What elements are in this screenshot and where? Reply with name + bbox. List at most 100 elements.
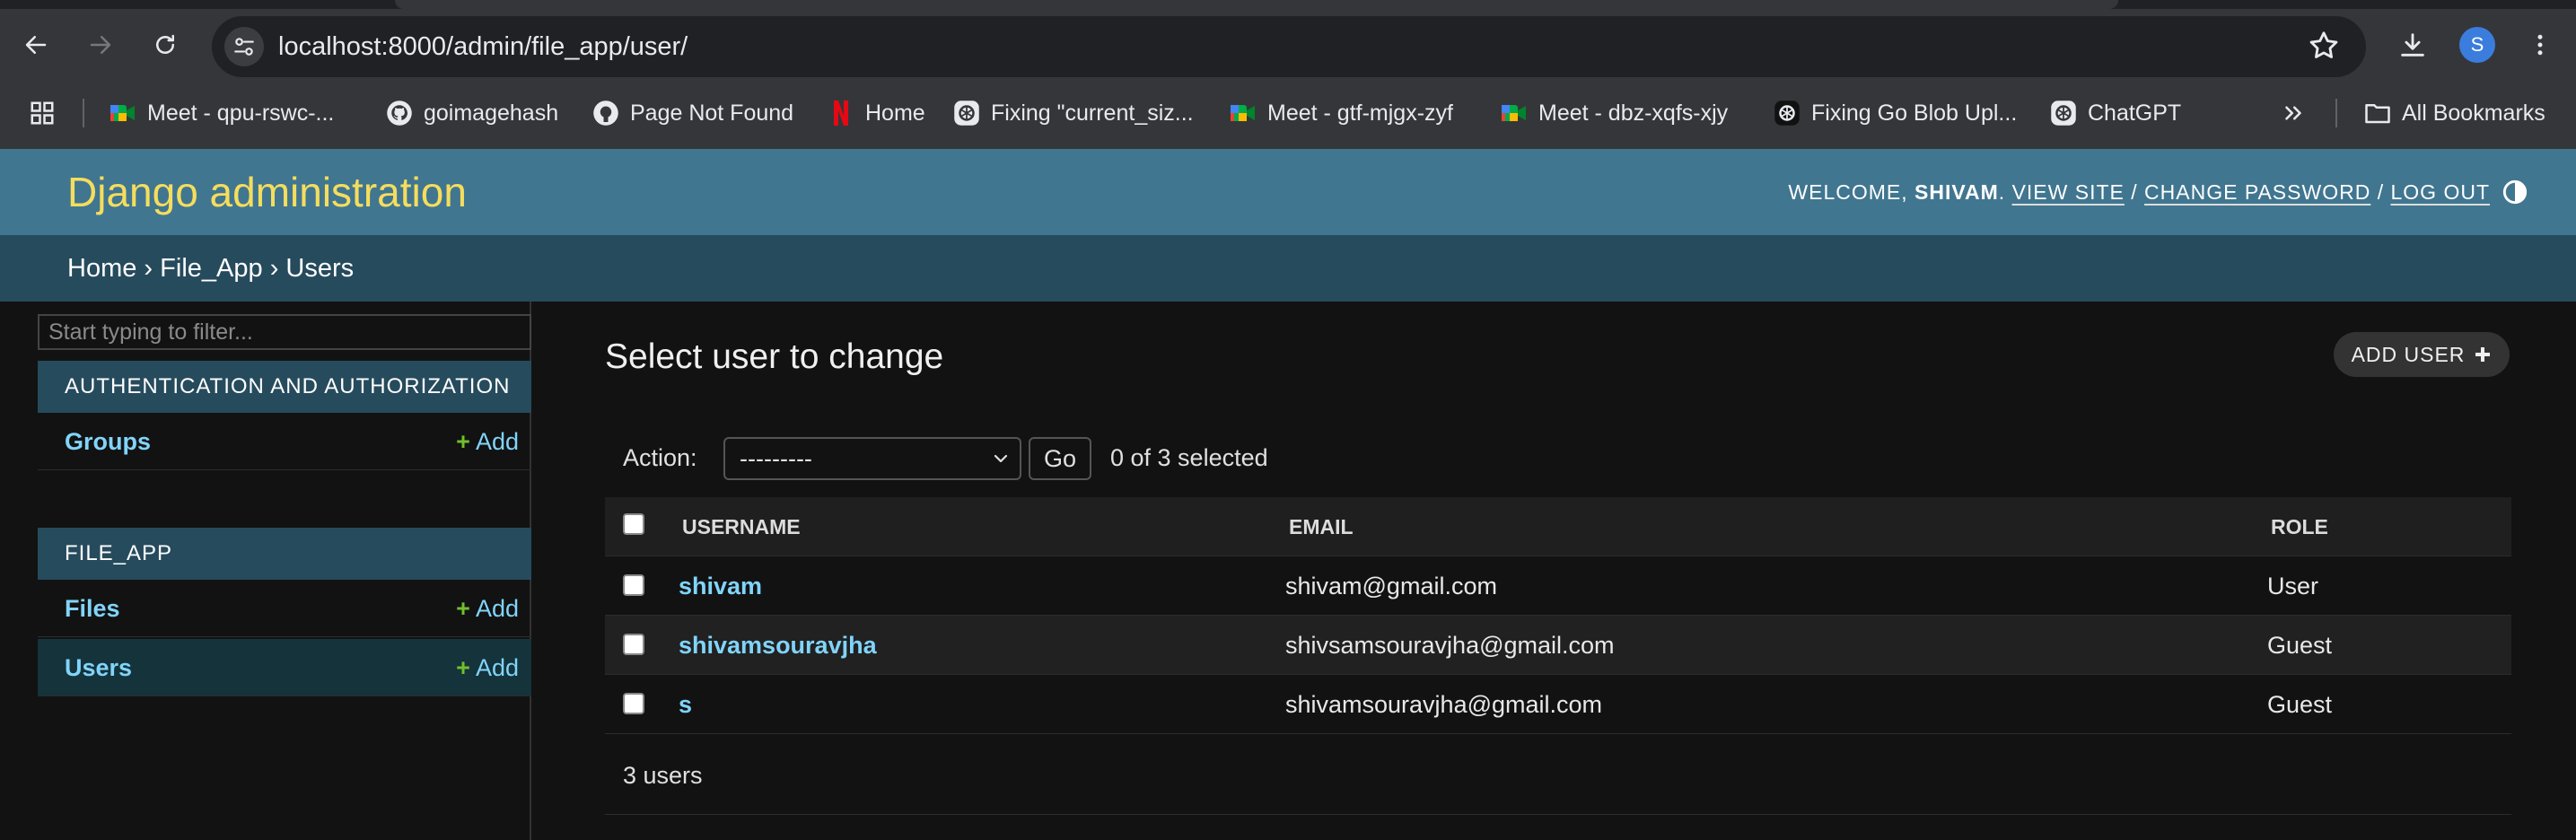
go-button[interactable]: Go	[1029, 437, 1091, 480]
role-cell: Guest	[2267, 632, 2333, 659]
email-cell: shivsamsouravjha@gmail.com	[1285, 632, 1615, 659]
welcome-period: .	[1998, 180, 2006, 204]
username: SHIVAM	[1914, 180, 1999, 204]
openai-icon	[953, 100, 980, 127]
chevron-down-icon	[991, 439, 1011, 490]
user-tools: WELCOME, SHIVAM. VIEW SITE / CHANGE PASS…	[1788, 149, 2490, 235]
theme-toggle-button[interactable]	[2502, 179, 2528, 205]
add-user-label: ADD USER	[2351, 342, 2466, 366]
module-caption-file-app[interactable]: FILE_APP	[38, 528, 531, 580]
actions-bar: Action: --------- Go 0 of 3 selected	[605, 422, 2511, 494]
plus-icon: +	[456, 654, 470, 681]
add-label: Add	[475, 595, 519, 622]
row-checkbox[interactable]	[623, 693, 644, 714]
bookmark-item[interactable]: Fixing Go Blob Upl...	[1774, 90, 2017, 136]
site-branding[interactable]: Django administration	[67, 149, 467, 235]
module-caption-auth[interactable]: AUTHENTICATION AND AUTHORIZATION	[38, 361, 531, 413]
back-button[interactable]	[14, 23, 57, 66]
username-link[interactable]: shivamsouravjha	[679, 616, 877, 675]
bookmark-item[interactable]: Home	[828, 90, 925, 136]
reload-button[interactable]	[144, 23, 187, 66]
model-link[interactable]: Groups	[65, 413, 151, 470]
plus-icon: +	[456, 595, 470, 622]
action-select[interactable]: ---------	[723, 437, 1021, 480]
change-password-link[interactable]: CHANGE PASSWORD	[2144, 180, 2370, 204]
site-settings-icon[interactable]	[224, 27, 264, 66]
role-cell: Guest	[2267, 691, 2333, 718]
role-cell: User	[2267, 573, 2319, 599]
more-bookmarks-button[interactable]	[2280, 90, 2307, 136]
google-meet-icon	[1501, 100, 1528, 127]
bookmark-item[interactable]: Page Not Found	[592, 90, 793, 136]
result-count: 3 users	[623, 762, 703, 789]
google-meet-icon	[1230, 100, 1257, 127]
bookmark-item[interactable]: Meet - dbz-xqfs-xjy	[1501, 90, 1728, 136]
username-link[interactable]: s	[679, 675, 692, 734]
bookmark-label: Fixing Go Blob Upl...	[1811, 100, 2018, 126]
openai-icon	[1774, 100, 1801, 127]
avatar: S	[2459, 27, 2495, 63]
netflix-icon	[828, 100, 854, 127]
breadcrumb-app[interactable]: File_App	[160, 254, 262, 283]
add-link[interactable]: + Add	[456, 413, 519, 470]
all-bookmarks-button[interactable]: All Bookmarks	[2364, 90, 2545, 136]
view-site-link[interactable]: VIEW SITE	[2012, 180, 2125, 204]
log-out-link[interactable]: LOG OUT	[2390, 180, 2490, 204]
profile-button[interactable]: S	[2456, 23, 2499, 66]
address-bar[interactable]: localhost:8000/admin/file_app/user/	[212, 16, 2366, 77]
downloads-button[interactable]	[2391, 23, 2434, 66]
separator: /	[2131, 180, 2138, 204]
double-chevron-right-icon	[2285, 106, 2301, 120]
bookmark-label: goimagehash	[424, 100, 559, 126]
table-row: s shivamsouravjha@gmail.com Guest	[605, 675, 2511, 734]
add-user-button[interactable]: ADD USER	[2334, 332, 2510, 377]
kebab-menu-icon	[2537, 34, 2543, 56]
plus-icon: +	[456, 428, 470, 455]
nav-filter-input[interactable]: Start typing to filter...	[38, 314, 531, 350]
paginator: 3 users	[605, 736, 2511, 815]
bookmark-label: Fixing "current_siz...	[991, 100, 1194, 126]
apps-button[interactable]	[29, 90, 56, 136]
arrow-left-icon	[25, 36, 47, 54]
bookmark-label: ChatGPT	[2088, 100, 2182, 126]
add-label: Add	[475, 654, 519, 681]
forward-button[interactable]	[79, 23, 122, 66]
sidebar-item-users[interactable]: Users + Add	[38, 639, 531, 696]
active-tab[interactable]	[395, 0, 2118, 9]
model-link[interactable]: Files	[65, 580, 120, 637]
sidebar-item-groups[interactable]: Groups + Add	[38, 413, 531, 470]
separator: /	[2377, 180, 2385, 204]
sidebar-item-files[interactable]: Files + Add	[38, 580, 531, 637]
url-text[interactable]: localhost:8000/admin/file_app/user/	[278, 16, 688, 77]
browser-menu-button[interactable]	[2519, 23, 2562, 66]
add-link[interactable]: + Add	[456, 639, 519, 696]
bookmark-label: Meet - qpu-rswc-...	[147, 100, 335, 126]
bookmark-item[interactable]: Fixing "current_siz...	[953, 90, 1194, 136]
breadcrumb-separator: ›	[144, 254, 153, 283]
tab-strip	[0, 0, 2576, 9]
breadcrumb-current: Users	[285, 254, 355, 283]
selection-counter: 0 of 3 selected	[1110, 444, 1268, 471]
username-link[interactable]: shivam	[679, 556, 762, 616]
select-all-checkbox[interactable]	[623, 513, 644, 535]
column-header-username[interactable]: USERNAME	[682, 497, 801, 556]
bookmark-item[interactable]: goimagehash	[386, 90, 558, 136]
site-header: Django administration WELCOME, SHIVAM. V…	[0, 149, 2576, 235]
bookmark-item[interactable]: Meet - qpu-rswc-...	[110, 90, 334, 136]
row-checkbox[interactable]	[623, 574, 644, 596]
email-cell: shivamsouravjha@gmail.com	[1285, 691, 1603, 718]
github-icon	[592, 100, 619, 127]
breadcrumb-home[interactable]: Home	[67, 254, 136, 283]
github-icon	[386, 100, 413, 127]
add-link[interactable]: + Add	[456, 580, 519, 637]
bookmark-item[interactable]: Meet - gtf-mjgx-zyf	[1230, 90, 1453, 136]
column-header-email[interactable]: EMAIL	[1289, 497, 1354, 556]
bookmark-star-icon[interactable]	[2307, 29, 2341, 67]
nav-sidebar: Start typing to filter... AUTHENTICATION…	[36, 302, 531, 840]
row-checkbox[interactable]	[623, 634, 644, 655]
model-link[interactable]: Users	[65, 639, 132, 696]
browser-chrome: localhost:8000/admin/file_app/user/ S Me…	[0, 0, 2576, 149]
bookmark-item[interactable]: ChatGPT	[2050, 90, 2181, 136]
column-header-role[interactable]: ROLE	[2271, 497, 2328, 556]
table-row: shivam shivam@gmail.com User	[605, 556, 2511, 616]
